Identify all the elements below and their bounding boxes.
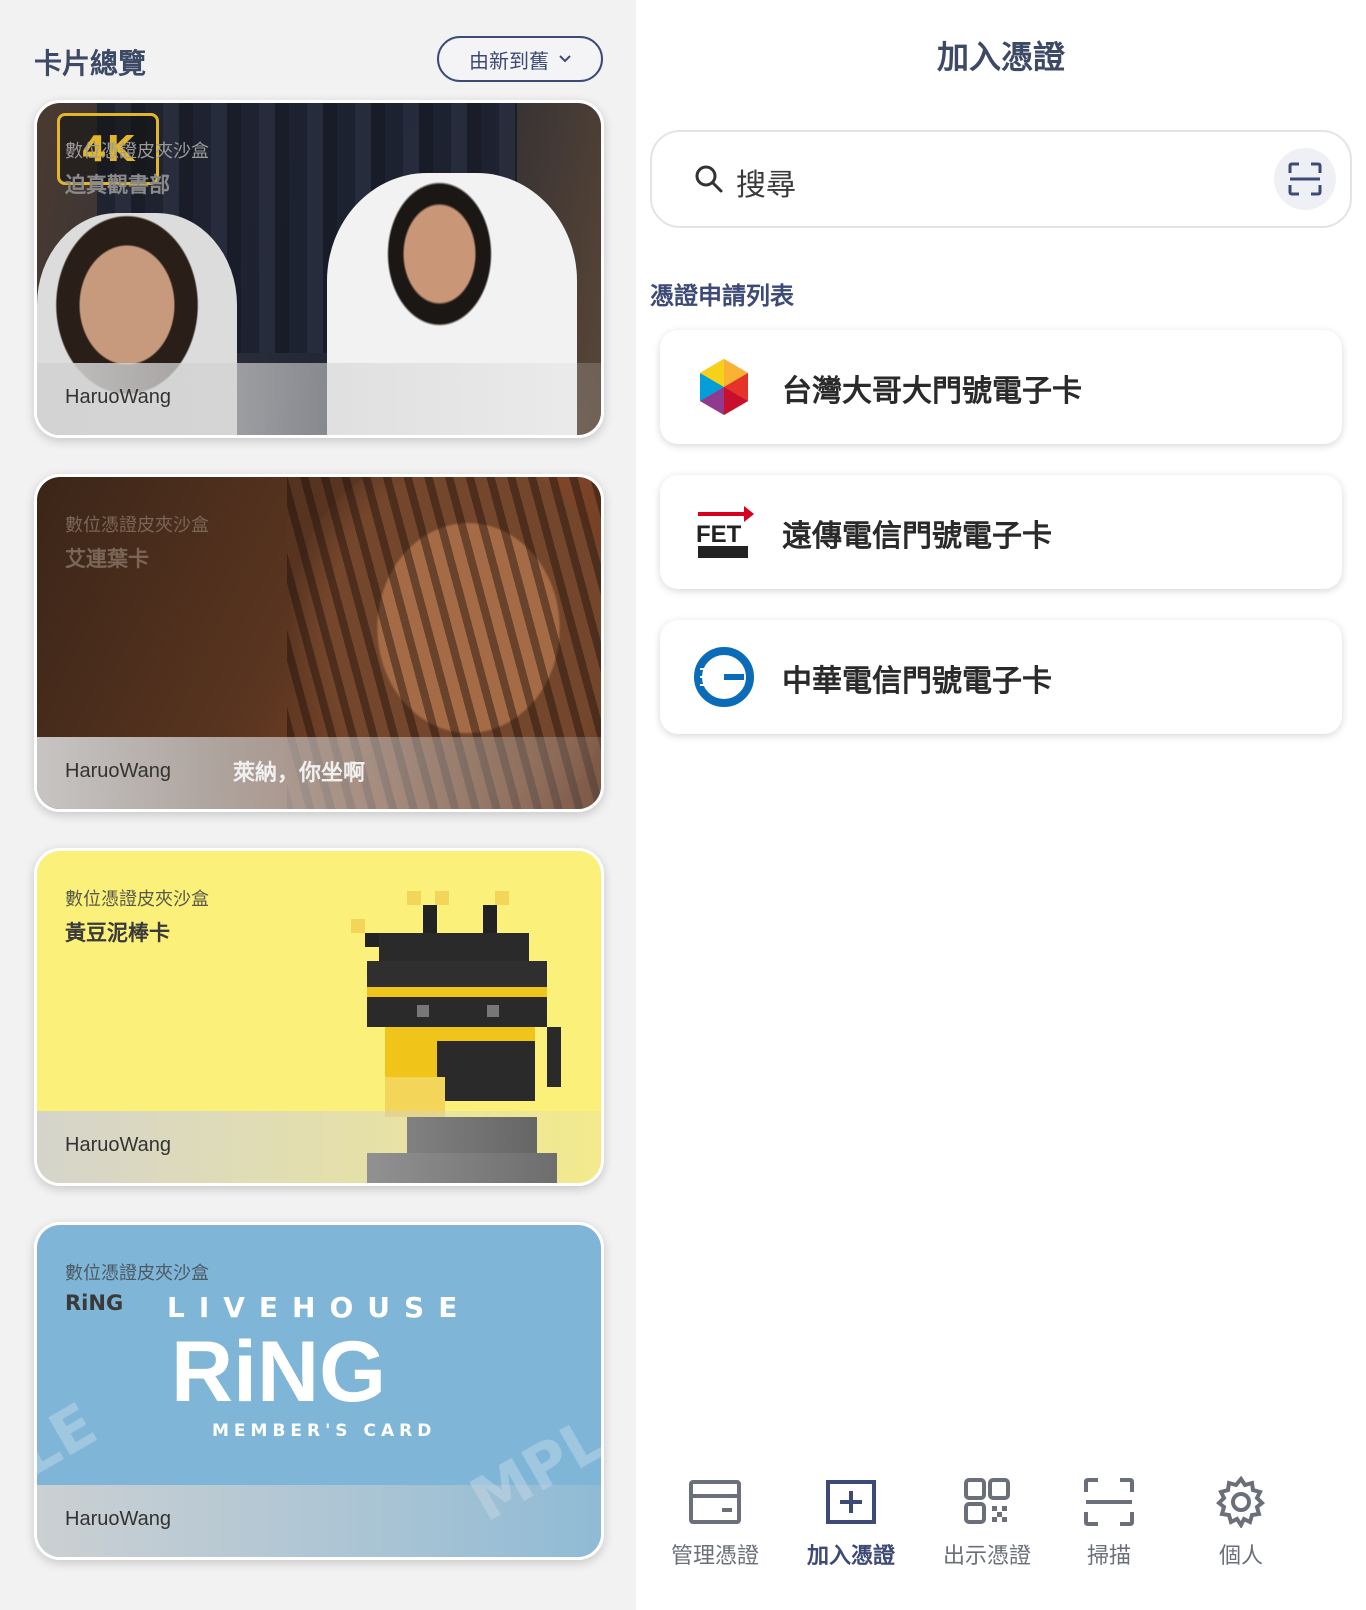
card-owner: HaruoWang — [65, 760, 171, 782]
card-subtitle: 萊納，你坐啊 — [233, 761, 366, 786]
livehouse-text: LIVEHOUSE — [167, 1291, 472, 1324]
nav-scan[interactable]: 掃描 — [1044, 1476, 1174, 1570]
page-title: 卡片總覽 — [34, 47, 147, 80]
bottom-navigation: 管理憑證 加入憑證 出示憑證 掃描 個人 — [636, 1460, 1366, 1610]
add-square-icon — [826, 1480, 876, 1524]
nav-label: 加入憑證 — [806, 1544, 895, 1569]
nav-show-credential[interactable]: 出示憑證 — [922, 1476, 1052, 1570]
apply-item-label: 台灣大哥大門號電子卡 — [782, 374, 1082, 409]
apply-item-chunghwa[interactable]: 中華電信門號電子卡 — [660, 620, 1342, 734]
card-issuer: 數位憑證皮夾沙盒 — [65, 1263, 209, 1284]
search-bar[interactable]: 搜尋 — [650, 130, 1352, 228]
nav-add-credential[interactable]: 加入憑證 — [786, 1476, 916, 1570]
nav-manage-credentials[interactable]: 管理憑證 — [650, 1476, 780, 1570]
apply-item-fet[interactable]: FET 遠傳電信門號電子卡 — [660, 475, 1342, 589]
card-name: RiNG — [65, 1291, 124, 1315]
card-issuer: 數位憑證皮夾沙盒 — [65, 889, 209, 910]
gear-icon — [1216, 1476, 1265, 1528]
chevron-down-icon — [559, 55, 571, 63]
add-credential-panel: 加入憑證 搜尋 憑證申請列表 台灣大哥大門號電子卡 FET 遠傳電信門號電子卡 … — [636, 0, 1366, 1610]
members-card-text: MEMBER'S CARD — [212, 1421, 437, 1441]
fet-logo-icon: FET — [696, 506, 754, 558]
search-input[interactable]: 搜尋 — [736, 160, 796, 204]
card-owner: HaruoWang — [65, 1134, 171, 1156]
card-issuer: 數位憑證皮夾沙盒 — [65, 515, 209, 536]
nav-label: 出示憑證 — [942, 1544, 1031, 1569]
card-name: 迫真觀書部 — [65, 173, 170, 197]
nav-profile[interactable]: 個人 — [1176, 1476, 1306, 1570]
section-label: 憑證申請列表 — [650, 282, 794, 310]
scan-icon — [1084, 1478, 1134, 1526]
credential-card[interactable]: LE MPL LIVEHOUSE RiNG MEMBER'S CARD 數位憑證… — [34, 1222, 604, 1560]
apply-item-label: 遠傳電信門號電子卡 — [782, 519, 1052, 554]
scan-icon — [1288, 162, 1322, 196]
qr-code-icon — [964, 1478, 1010, 1524]
card-overview-panel: 卡片總覽 由新到舊 4K 數位憑證皮夾沙盒 迫真觀書部 HaruoWang 數位… — [0, 0, 636, 1610]
card-owner: HaruoWang — [65, 1508, 171, 1530]
svg-text:FET: FET — [696, 521, 742, 548]
nav-label: 掃描 — [1086, 1544, 1131, 1569]
chunghwa-telecom-logo-icon — [694, 647, 754, 707]
card-name: 黃豆泥棒卡 — [65, 921, 170, 945]
card-name: 艾連葉卡 — [65, 547, 149, 571]
sort-dropdown[interactable]: 由新到舊 — [437, 36, 603, 82]
apply-item-label: 中華電信門號電子卡 — [782, 664, 1052, 699]
credential-card[interactable]: 數位憑證皮夾沙盒 艾連葉卡 HaruoWang 萊納，你坐啊 — [34, 474, 604, 812]
nav-label: 管理憑證 — [670, 1544, 759, 1569]
scan-button[interactable] — [1274, 148, 1336, 210]
card-issuer: 數位憑證皮夾沙盒 — [65, 141, 209, 162]
sort-label: 由新到舊 — [469, 48, 549, 73]
wallet-icon — [689, 1480, 741, 1524]
taiwan-mobile-logo-icon — [700, 359, 748, 415]
credential-card[interactable]: 4K 數位憑證皮夾沙盒 迫真觀書部 HaruoWang — [34, 100, 604, 438]
credential-card[interactable]: 數位憑證皮夾沙盒 黃豆泥棒卡 HaruoWang — [34, 848, 604, 1186]
nav-label: 個人 — [1218, 1544, 1263, 1569]
card-owner: HaruoWang — [65, 386, 171, 408]
ring-logo-text: RiNG — [171, 1324, 386, 1420]
page-title: 加入憑證 — [936, 38, 1065, 76]
search-icon — [695, 165, 723, 193]
apply-item-taiwan-mobile[interactable]: 台灣大哥大門號電子卡 — [660, 330, 1342, 444]
